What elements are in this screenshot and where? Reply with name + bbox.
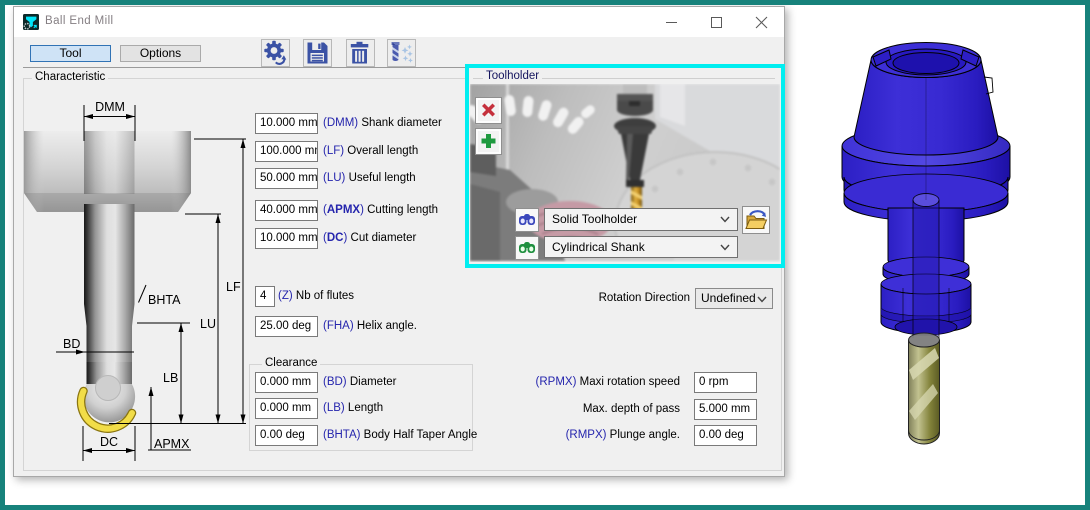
- svg-text:DMM: DMM: [95, 100, 125, 114]
- svg-text:LB: LB: [163, 371, 178, 385]
- svg-text:APMX: APMX: [154, 437, 190, 451]
- svg-text:BD: BD: [63, 337, 80, 351]
- svg-text:BHTA: BHTA: [148, 293, 181, 307]
- svg-text:LU: LU: [200, 317, 216, 331]
- svg-text:DC: DC: [100, 435, 118, 449]
- svg-text:LF: LF: [226, 280, 241, 294]
